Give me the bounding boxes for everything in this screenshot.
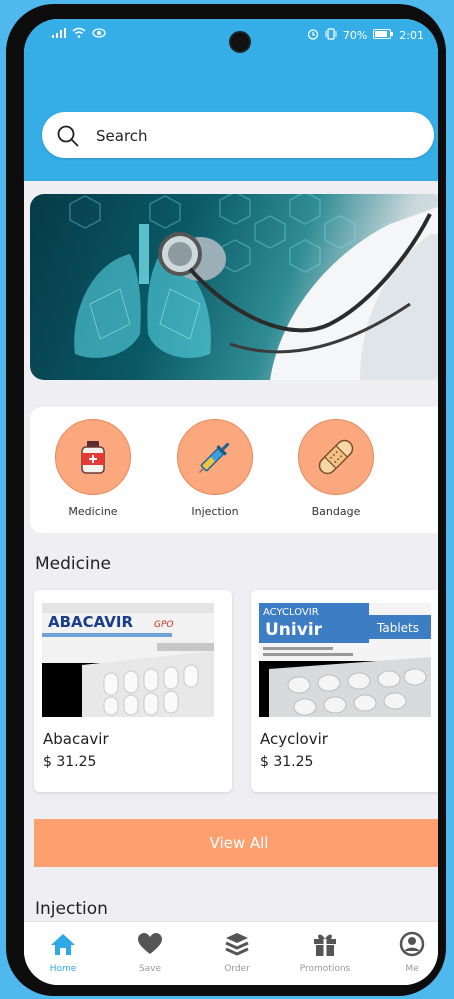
search-input[interactable] (94, 120, 418, 152)
category-label: Medicine (68, 505, 118, 518)
syringe-icon[interactable] (177, 419, 253, 495)
app-screen: 70% 2:01 Search Medicine Injection Banda… (24, 19, 438, 985)
product-card-acyclovir[interactable]: ACYCLOVIR Univir Tablets Acyclovir $ 31.… (251, 590, 438, 792)
category-medicine[interactable]: Medicine (55, 419, 131, 518)
product-card-abacavir[interactable]: ABACAVIR GPO Abacavir $ 31.25 (34, 590, 232, 792)
battery-percent: 70% (342, 29, 368, 42)
section-title-injection: Injection (35, 899, 108, 919)
promo-banner[interactable] (30, 194, 438, 380)
category-injection[interactable]: Injection (177, 419, 253, 518)
user-circle-icon[interactable] (377, 930, 438, 958)
gift-icon[interactable] (290, 930, 360, 958)
nav-home[interactable]: Home (28, 930, 98, 974)
nav-save[interactable]: Save (115, 930, 185, 974)
section-title-medicine: Medicine (35, 554, 111, 574)
search-icon[interactable] (56, 124, 80, 152)
category-panel: Medicine Injection Bandage (30, 407, 438, 533)
phone-frame: 70% 2:01 Search Medicine Injection Banda… (6, 4, 446, 996)
heart-icon[interactable] (115, 930, 185, 958)
svg-text:Tablets: Tablets (376, 621, 419, 635)
product-image: ABACAVIR GPO (42, 603, 214, 717)
product-name: Acyclovir (260, 730, 328, 748)
category-label: Bandage (311, 505, 361, 518)
svg-text:ABACAVIR: ABACAVIR (48, 613, 133, 631)
header: 70% 2:01 (24, 19, 438, 181)
layers-icon[interactable] (202, 930, 272, 958)
product-price: $ 31.25 (43, 754, 97, 770)
home-icon[interactable] (28, 930, 98, 958)
signal-icon (52, 27, 66, 41)
medicine-bottle-icon[interactable] (55, 419, 131, 495)
clock-time: 2:01 (399, 29, 424, 42)
doctor-lungs-illustration (69, 194, 438, 380)
wifi-icon (72, 27, 86, 41)
nav-label: Order (224, 964, 250, 974)
nav-label: Promotions (299, 964, 351, 974)
search-bar[interactable] (42, 112, 434, 158)
vibrate-icon (325, 28, 337, 43)
product-price: $ 31.25 (260, 754, 314, 770)
category-bandage[interactable]: Bandage (298, 419, 374, 518)
nav-label: Save (138, 964, 162, 974)
nav-label: Me (405, 964, 419, 974)
product-name: Abacavir (43, 730, 109, 748)
svg-text:ACYCLOVIR: ACYCLOVIR (263, 607, 319, 618)
product-image: ACYCLOVIR Univir Tablets (259, 603, 431, 717)
alarm-icon (307, 28, 319, 43)
front-camera (229, 31, 251, 53)
bottom-navigation: Home Save Order Promotions Me (24, 921, 438, 985)
nav-order[interactable]: Order (202, 930, 272, 974)
nav-label: Home (49, 964, 77, 974)
svg-text:Univir: Univir (265, 620, 323, 640)
category-label: Injection (191, 505, 239, 518)
nav-me[interactable]: Me (377, 930, 438, 974)
nav-promotions[interactable]: Promotions (290, 930, 360, 974)
svg-text:GPO: GPO (154, 620, 174, 630)
eye-icon (92, 27, 106, 41)
view-all-button[interactable]: View All (34, 819, 438, 867)
battery-icon (373, 29, 394, 42)
bandage-icon[interactable] (298, 419, 374, 495)
